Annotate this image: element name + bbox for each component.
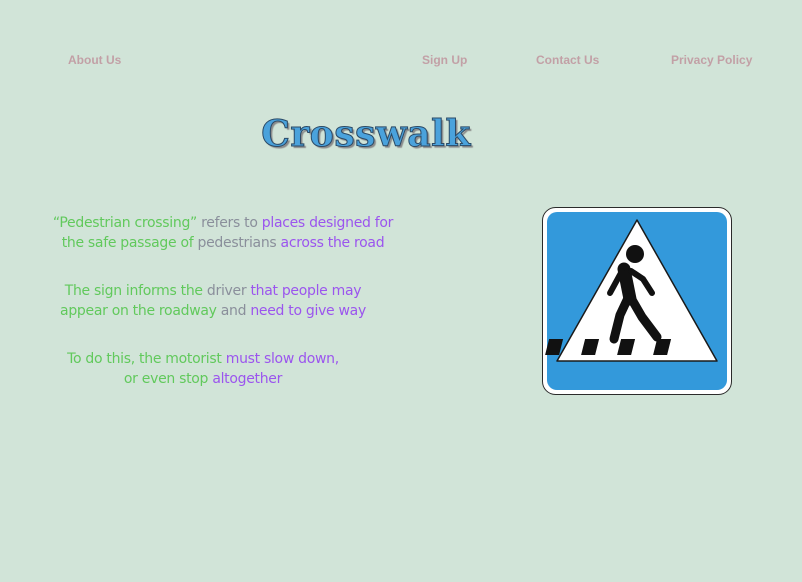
text-segment: pedestrians [197, 235, 277, 251]
text-segment: To do this, the motorist [67, 351, 222, 367]
text-segment: places designed for [261, 215, 394, 231]
nav-link-sign-up[interactable]: Sign Up [422, 52, 467, 68]
text-segment: that people may [246, 283, 362, 299]
text-segment: appear on the roadway [60, 303, 217, 319]
nav-link-privacy-policy[interactable]: Privacy Policy [671, 52, 752, 68]
text-segment: “Pedestrian crossing” [52, 215, 197, 231]
nav-link-contact-us[interactable]: Contact Us [536, 52, 599, 68]
text-segment: The sign informs the [64, 283, 207, 299]
text-segment: across the road [276, 235, 385, 251]
page-title: Crosswalk [261, 113, 471, 156]
nav-link-about-us[interactable]: About Us [68, 52, 121, 68]
motorist-action-paragraph: To do this, the motorist must slow down,… [40, 349, 366, 389]
text-segment: driver [206, 283, 247, 299]
definition-paragraph: “Pedestrian crossing” refers to places d… [40, 213, 406, 253]
text-segment: altogether [212, 371, 283, 387]
pedestrian-crossing-sign-icon [542, 207, 732, 395]
text-segment: the safe passage of [61, 235, 198, 251]
text-segment: and [216, 303, 251, 319]
text-segment: must slow down, [221, 351, 339, 367]
sign-info-paragraph: The sign informs the driver that people … [40, 281, 386, 321]
text-segment: or even stop [123, 371, 213, 387]
text-segment: need to give way [250, 303, 366, 319]
text-segment: refers to [197, 215, 262, 231]
